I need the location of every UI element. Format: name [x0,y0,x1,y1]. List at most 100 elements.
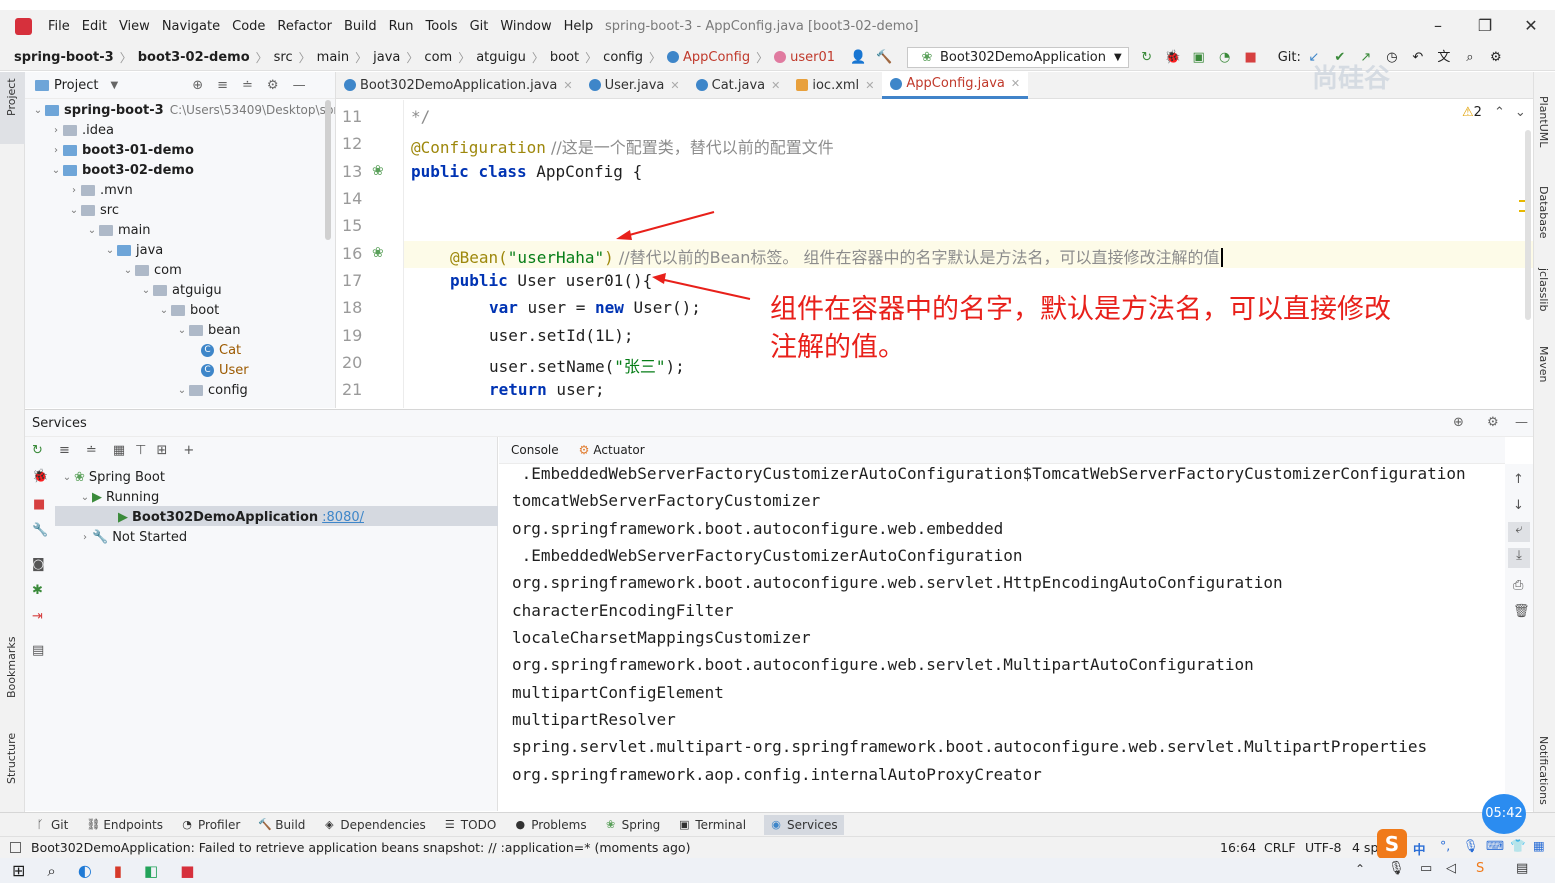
arrow-up-icon[interactable]: ↑ [1513,472,1524,487]
menu-git[interactable]: Git [470,19,489,34]
tool-git[interactable]: ᚴ Git [34,818,69,832]
tool-terminal[interactable]: ▣ Terminal [678,818,746,832]
tab-console[interactable]: Console [511,443,559,457]
chevron-up-icon[interactable]: ⌃ [1355,862,1365,876]
tool-problems[interactable]: ● Problems [514,818,586,832]
tool-todo[interactable]: ☰ TODO [444,818,496,832]
breadcrumb-config[interactable]: config [603,50,643,65]
wrench-icon[interactable]: 🔧 [32,523,48,538]
tab-cat[interactable]: Cat.java ✕ [688,72,789,99]
breadcrumb-boot[interactable]: boot [550,50,579,65]
sogou-tray-icon[interactable]: S [1476,861,1484,876]
layout-icon[interactable]: ▤ [32,643,44,658]
trash-icon[interactable]: 🗑 [1513,604,1530,619]
breadcrumb-class[interactable]: AppConfig [683,50,750,65]
arrow-down-icon[interactable]: ↓ [1513,498,1524,513]
gear-icon[interactable]: ⚙ [267,78,279,93]
expand-all-icon[interactable]: ≡ [59,443,70,458]
code-editor[interactable]: 11 12 13 14 15 16 17 18 19 20 21 ❀ ❀ */ … [336,100,1533,408]
hide-icon[interactable]: — [293,78,306,93]
translate-icon[interactable]: 文 [1436,50,1452,66]
hide-icon[interactable]: — [1515,415,1528,430]
menu-code[interactable]: Code [232,19,265,34]
services-node-running[interactable]: ⌄ ▶ Running [78,487,159,507]
tree-node-spring-boot-3[interactable]: ⌄ spring-boot-3 C:\Users\53409\Desktop\spr… [31,100,335,120]
editor-scrollbar[interactable] [1525,130,1531,320]
skin-icon[interactable]: 👕 [1510,838,1526,854]
menu-tools[interactable]: Tools [426,19,458,34]
chevron-down-icon[interactable]: ⌄ [1515,105,1526,120]
tool-services[interactable]: ◉ Services [764,814,844,835]
bug-icon[interactable]: ✱ [32,583,43,598]
services-node-boot302demoapplication[interactable]: ▶ Boot302DemoApplication:8080/ [118,507,364,527]
breadcrumb-src[interactable]: src [274,50,293,65]
tree-node-java[interactable]: ⌄ java [103,240,163,260]
close-icon[interactable]: ✕ [1521,16,1541,36]
punctuation-icon[interactable]: °, [1440,838,1450,853]
gear-icon[interactable]: ⚙ [1487,415,1499,430]
edge-browser-icon[interactable]: ◐ [78,861,92,880]
services-node-not-started[interactable]: › 🔧 Not Started [78,527,187,547]
menu-window[interactable]: Window [500,19,551,34]
caret-position[interactable]: 16:64 [1220,840,1256,855]
tree-node-user[interactable]: C User [201,360,249,380]
tab-actuator[interactable]: Actuator [593,443,644,457]
user-icon[interactable]: 👤 [850,50,866,66]
menu-file[interactable]: File [48,19,70,34]
breadcrumb-java[interactable]: java [373,50,400,65]
office-icon[interactable]: ▮ [114,862,122,880]
tab-ioc-xml[interactable]: ioc.xml ✕ [788,72,882,99]
bookmarks-tool-label[interactable]: Bookmarks [5,637,18,698]
debug-icon[interactable]: 🐞 [32,469,48,484]
console-output[interactable]: .EmbeddedWebServerFactoryCustomizerAutoC… [499,464,1505,811]
menu-view[interactable]: View [119,19,150,34]
collapse-all-icon[interactable]: ≐ [242,78,253,93]
keyboard-icon[interactable]: ⌨ [1486,838,1504,853]
inspection-widget[interactable]: ⚠ 2 ⌃ ⌄ [1462,105,1526,120]
tool-dependencies[interactable]: ◈ Dependencies [323,818,426,832]
tree-node-main[interactable]: ⌄ main [85,220,151,240]
tree-node-cat[interactable]: C Cat [201,340,241,360]
globe-icon[interactable]: ⊕ [1453,415,1464,430]
menu-navigate[interactable]: Navigate [162,19,220,34]
tree-node-bean[interactable]: ⌄ bean [175,320,241,340]
exit-icon[interactable]: ⇥ [32,609,43,624]
scroll-to-end-icon[interactable]: ⤓ [1508,548,1530,568]
minimize-icon[interactable]: – [1428,16,1448,36]
grid-icon[interactable]: ▦ [1533,838,1545,853]
settings-icon[interactable]: ⚙ [1488,50,1504,66]
project-panel-title[interactable]: Project [54,78,98,93]
tree-node-atguigu[interactable]: ⌄ atguigu [139,280,222,300]
debug-icon[interactable]: 🐞 [1165,50,1181,66]
rerun-icon[interactable]: ↻ [1139,50,1155,66]
tab-user[interactable]: User.java ✕ [581,72,688,99]
breadcrumb-method[interactable]: user01 [790,50,835,65]
new-tab-icon[interactable]: ⊞ [156,443,167,458]
breadcrumb-com[interactable]: com [424,50,452,65]
tree-node-src[interactable]: ⌄ src [67,200,119,220]
intellij-logo-icon[interactable] [15,18,32,35]
search-icon[interactable]: ⌕ [1462,50,1478,66]
stop-icon[interactable]: ■ [33,497,45,512]
soft-wrap-icon[interactable]: ⤶ [1508,522,1530,542]
hammer-icon[interactable]: 🔨 [876,50,892,66]
database-tool-label[interactable]: Database [1537,186,1550,239]
add-icon[interactable]: + [183,443,194,458]
app-icon[interactable]: ◧ [144,862,158,880]
camera-icon[interactable]: ◙ [32,557,45,572]
tab-boot302demoapplication[interactable]: Boot302DemoApplication.java ✕ [336,72,581,99]
locate-icon[interactable]: ⊕ [192,78,203,93]
line-separator[interactable]: CRLF [1264,840,1296,855]
tree-node-idea[interactable]: › .idea [49,120,114,140]
tree-node-boot3-01-demo[interactable]: › boot3-01-demo [49,140,194,160]
coverage-icon[interactable]: ▣ [1191,50,1207,66]
menu-run[interactable]: Run [389,19,414,34]
print-icon[interactable]: ⎙ [1513,578,1523,593]
notifications-tool-label[interactable]: Notifications [1537,736,1550,805]
search-icon[interactable]: ⌕ [47,862,55,880]
tab-appconfig[interactable]: AppConfig.java ✕ [882,71,1029,99]
profile-icon[interactable]: ◔ [1217,50,1233,66]
chevron-up-icon[interactable]: ⌃ [1494,105,1505,120]
menu-build[interactable]: Build [344,19,377,34]
chevron-down-icon[interactable]: ▼ [110,80,118,91]
